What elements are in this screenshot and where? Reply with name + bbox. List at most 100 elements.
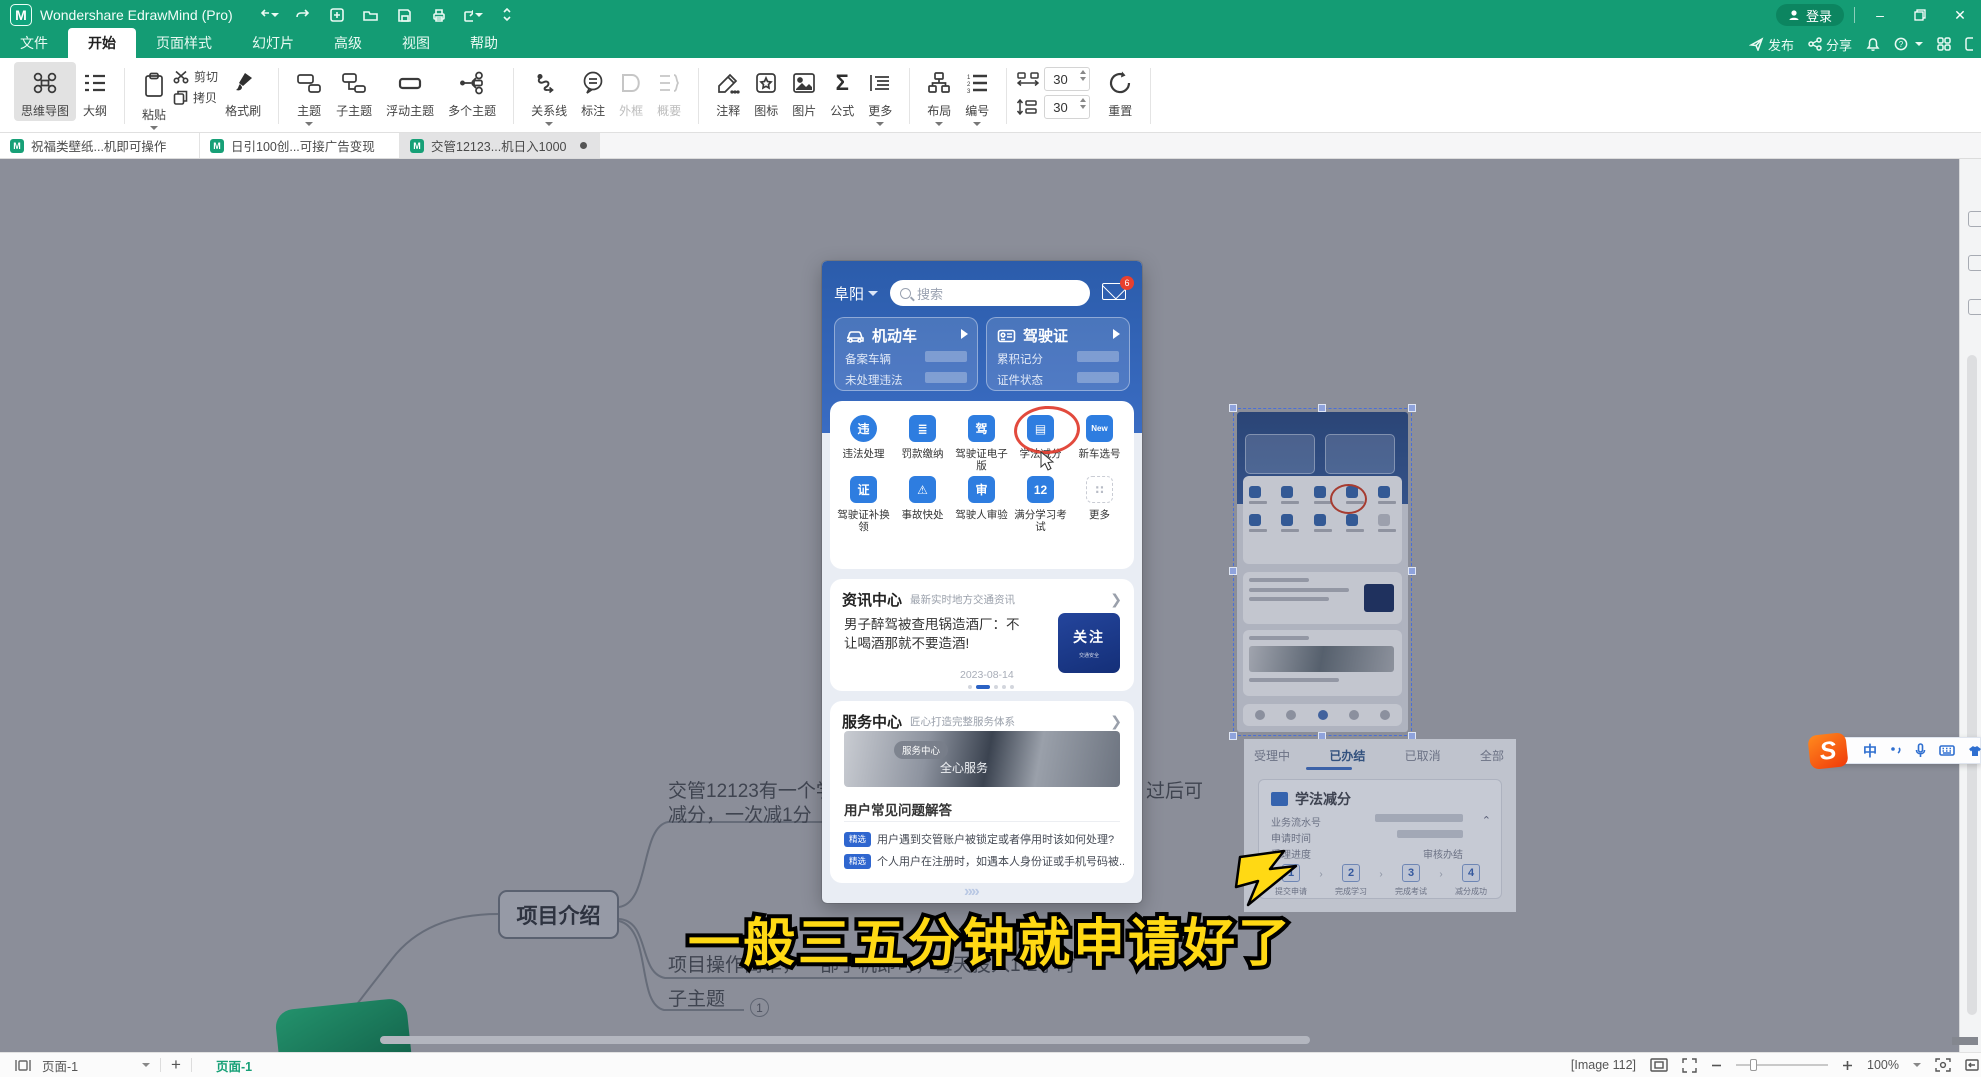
service-item[interactable]: 违 违法处理 <box>834 415 893 472</box>
publish-button[interactable]: 发布 <box>1749 35 1794 54</box>
menu-home[interactable]: 开始 <box>68 28 136 58</box>
ime-punctuation-icon[interactable] <box>1890 745 1902 757</box>
format-painter-button[interactable]: 格式刷 <box>218 62 268 121</box>
tab-completed[interactable]: 已办结 <box>1329 747 1365 764</box>
layout-dropdown-caret[interactable] <box>935 122 943 126</box>
microphone-icon[interactable] <box>1915 743 1926 758</box>
resize-handle[interactable] <box>1318 404 1326 412</box>
resize-handle[interactable] <box>1229 567 1237 575</box>
sogou-logo-icon[interactable]: S <box>1807 732 1848 770</box>
service-item[interactable]: ≣ 罚款缴纳 <box>893 415 952 472</box>
pan-mode-icon[interactable] <box>1965 1058 1979 1072</box>
redo-button[interactable] <box>293 5 313 25</box>
focus-mode-icon[interactable] <box>1935 1058 1951 1072</box>
image-button[interactable]: 图片 <box>785 62 823 121</box>
faq-item[interactable]: 精选 用户遇到交管账户被锁定或者停用时该如何处理? <box>844 831 1124 847</box>
panel-icon[interactable] <box>1968 211 1981 227</box>
notifications-bell-icon[interactable] <box>1866 37 1880 52</box>
service-item[interactable]: ∷ 更多 <box>1070 476 1129 533</box>
icon-library-button[interactable]: 图标 <box>747 62 785 121</box>
keyboard-icon[interactable] <box>1939 745 1955 756</box>
panel-icon[interactable] <box>1968 255 1981 271</box>
close-button[interactable]: ✕ <box>1945 3 1975 27</box>
reset-button[interactable]: 重置 <box>1100 62 1140 121</box>
resize-handle[interactable] <box>1229 404 1237 412</box>
comment-button[interactable]: 注释 <box>709 62 747 121</box>
faq-item[interactable]: 精选 个人用户在注册时，如遇本人身份证或手机号码被... <box>844 853 1124 869</box>
zoom-slider-handle[interactable] <box>1750 1059 1757 1071</box>
new-file-button[interactable] <box>327 5 347 25</box>
service-item[interactable]: ⚠ 事故快处 <box>893 476 952 533</box>
messages-button[interactable]: 6 <box>1102 283 1128 303</box>
city-selector[interactable]: 阜阳 <box>834 283 878 304</box>
outline-mode-button[interactable]: 大纲 <box>76 62 114 121</box>
menu-slides[interactable]: 幻灯片 <box>232 28 314 58</box>
page-list-toggle-icon[interactable] <box>14 1059 32 1072</box>
share-button[interactable]: 分享 <box>1808 35 1852 54</box>
numbering-button[interactable]: 123 编号 <box>958 62 996 128</box>
search-input[interactable]: 搜索 <box>890 280 1090 306</box>
menu-help[interactable]: 帮助 <box>450 28 518 58</box>
resize-handle[interactable] <box>1408 404 1416 412</box>
apps-grid-icon[interactable] <box>1937 37 1951 51</box>
chevron-right-icon[interactable]: ❯ <box>1110 713 1122 730</box>
menu-file[interactable]: 文件 <box>0 28 68 58</box>
subtopic-text[interactable]: 子主题 <box>668 984 725 1011</box>
zoom-out-button[interactable] <box>1711 1060 1722 1071</box>
chevron-right-icon[interactable]: ❯ <box>1110 591 1122 608</box>
doc-tab-3-active[interactable]: M 交管12123...机日入1000 <box>400 133 600 158</box>
menu-view[interactable]: 视图 <box>382 28 450 58</box>
news-item-title[interactable]: 男子醉驾被查甩锅造酒厂：不 让喝酒那就不要造酒! <box>844 615 1040 653</box>
multiple-topics-button[interactable]: 多个主题 <box>441 62 503 121</box>
fullscreen-icon[interactable] <box>1682 1058 1697 1073</box>
branch-text-fragment[interactable]: 减分，一次减1分 <box>668 800 812 827</box>
service-banner-image[interactable]: 服务中心 全心服务 <box>844 731 1120 787</box>
license-card[interactable]: 驾驶证 累积记分 证件状态 <box>986 317 1130 391</box>
open-file-button[interactable] <box>361 5 381 25</box>
tab-cancelled[interactable]: 已取消 <box>1405 747 1441 764</box>
minimize-button[interactable]: – <box>1865 3 1895 27</box>
panel-toggle-icon[interactable] <box>1965 37 1973 51</box>
service-item[interactable]: 审 驾驶人审验 <box>952 476 1011 533</box>
copy-button[interactable]: 拷贝 <box>173 89 218 106</box>
horizontal-scrollbar-thumb[interactable] <box>380 1036 1310 1044</box>
add-page-button[interactable]: + <box>171 1055 181 1075</box>
resize-handle[interactable] <box>1229 732 1237 740</box>
maximize-button[interactable] <box>1905 3 1935 27</box>
subtopic-button[interactable]: 子主题 <box>329 62 379 121</box>
skin-tshirt-icon[interactable] <box>1968 745 1981 757</box>
news-thumbnail[interactable]: 关注 交通安全 <box>1058 613 1120 673</box>
relationship-dropdown-caret[interactable] <box>545 122 553 126</box>
mindmap-canvas[interactable]: 项目介绍 交管12123有一个学法减 过后可 减分，一次减1分 项目操作简单，一… <box>0 159 1981 1052</box>
help-icon[interactable]: ? <box>1894 37 1923 52</box>
vehicle-card[interactable]: 机动车 备案车辆 未处理违法 <box>834 317 978 391</box>
doc-tab-1[interactable]: M 祝福类壁纸...机即可操作 <box>0 133 200 158</box>
zoom-slider[interactable] <box>1736 1064 1828 1066</box>
spin-down[interactable] <box>1080 77 1086 81</box>
more-elements-button[interactable]: 更多 <box>861 62 899 128</box>
callout-button[interactable]: 标注 <box>574 62 612 121</box>
floating-topic-button[interactable]: 浮动主题 <box>379 62 441 121</box>
customize-toolbar-button[interactable] <box>497 5 517 25</box>
ime-chinese-mode[interactable]: 中 <box>1863 741 1877 761</box>
service-item[interactable]: 证 驾驶证补换领 <box>834 476 893 533</box>
spin-down[interactable] <box>1080 105 1086 109</box>
spin-up[interactable] <box>1080 70 1086 74</box>
save-button[interactable] <box>395 5 415 25</box>
paste-dropdown-caret[interactable] <box>150 126 158 130</box>
paste-button[interactable]: 粘贴 <box>135 62 173 132</box>
horizontal-spacing-input[interactable]: 30 <box>1044 67 1090 91</box>
topic-dropdown-caret[interactable] <box>305 122 313 126</box>
fit-to-window-icon[interactable] <box>1650 1058 1668 1072</box>
relationship-button[interactable]: 关系线 <box>524 62 574 128</box>
panel-icon[interactable] <box>1968 299 1981 315</box>
vertical-spacing-input[interactable]: 30 <box>1044 95 1090 119</box>
print-button[interactable] <box>429 5 449 25</box>
doc-tab-2[interactable]: M 日引100创...可接广告变现 <box>200 133 400 158</box>
export-button[interactable] <box>463 5 483 25</box>
numbering-dropdown-caret[interactable] <box>973 122 981 126</box>
more-dropdown-caret[interactable] <box>876 122 884 126</box>
mindmap-mode-button[interactable]: 思维导图 <box>14 62 76 121</box>
page-tab-active[interactable]: 页面-1 <box>216 1056 252 1075</box>
undo-button[interactable] <box>259 5 279 25</box>
